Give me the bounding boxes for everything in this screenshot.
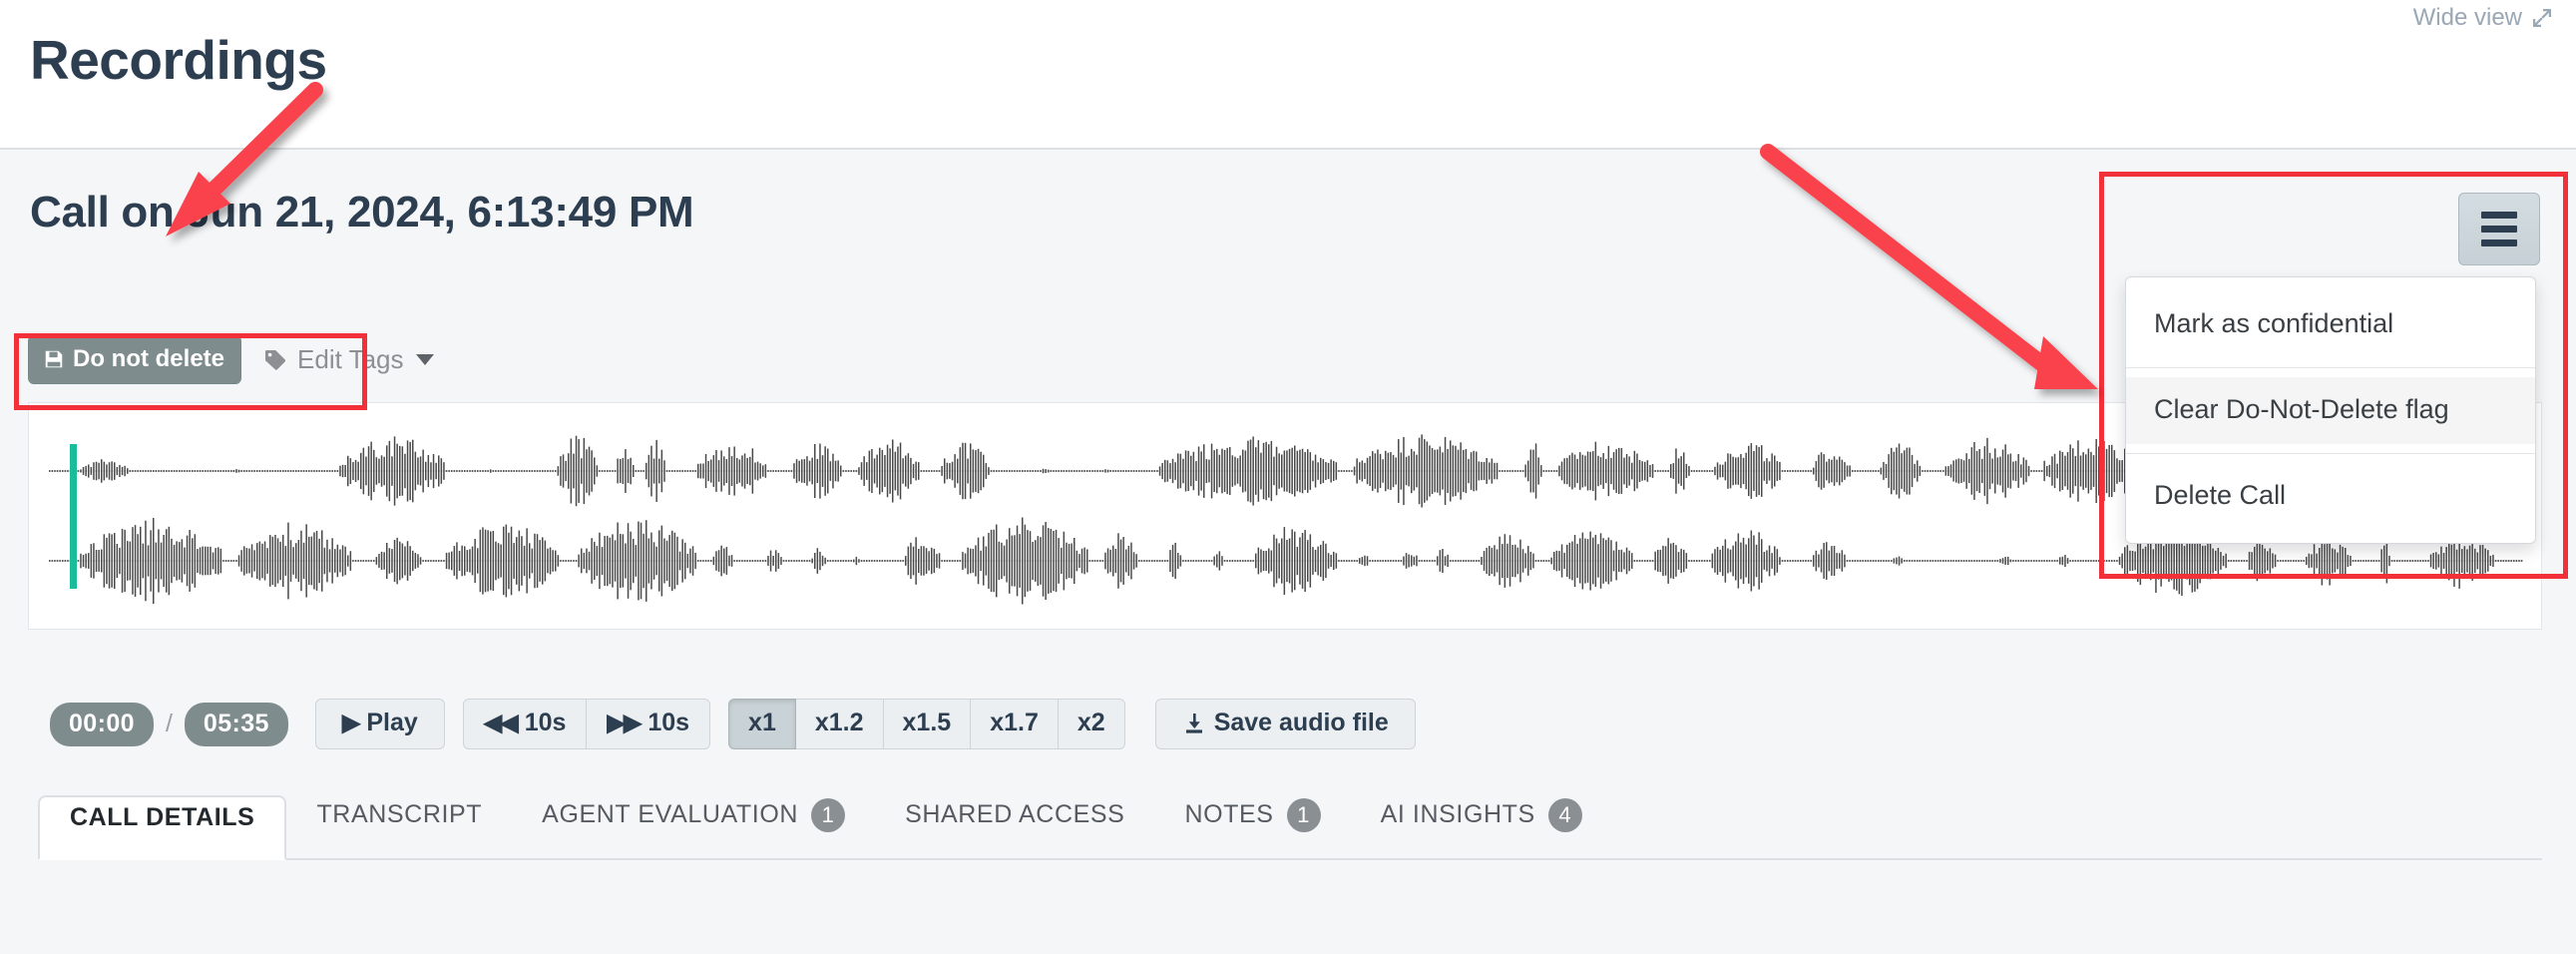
tab-transcript[interactable]: TRANSCRIPT: [286, 793, 512, 858]
action-row: Do not delete Edit Tags: [28, 335, 434, 384]
context-menu-dropdown: Mark as confidential Clear Do-Not-Delete …: [2125, 276, 2536, 544]
current-time: 00:00: [50, 702, 154, 746]
tab-agent-evaluation[interactable]: AGENT EVALUATION 1: [512, 793, 875, 858]
download-icon: [1182, 712, 1206, 735]
menu-item-delete-call[interactable]: Delete Call: [2126, 463, 2535, 530]
tab-label: CALL DETAILS: [70, 803, 255, 831]
rewind-10s-label: 10s: [524, 709, 567, 736]
transport-controls: 00:00 / 05:35 ▶ Play ◀◀ 10s ▶▶ 10s x1 x1…: [50, 699, 1416, 749]
call-title: Call on Jun 21, 2024, 6:13:49 PM: [30, 188, 694, 237]
speed-button-x1-5[interactable]: x1.5: [883, 699, 972, 749]
do-not-delete-button[interactable]: Do not delete: [28, 335, 242, 384]
menu-divider: [2126, 453, 2535, 454]
hamburger-menu-icon: [2481, 212, 2517, 246]
tab-badge: 4: [1547, 797, 1582, 832]
page-title: Recordings: [30, 29, 327, 91]
play-button[interactable]: ▶ Play: [314, 699, 445, 749]
menu-item-clear-do-not-delete-flag[interactable]: Clear Do-Not-Delete flag: [2126, 377, 2535, 444]
edit-tags-label: Edit Tags: [297, 344, 404, 374]
tab-shared-access[interactable]: SHARED ACCESS: [875, 793, 1154, 858]
tab-ai-insights[interactable]: AI INSIGHTS 4: [1351, 793, 1612, 858]
playhead-cursor[interactable]: [70, 444, 77, 589]
total-time: 05:35: [184, 702, 288, 746]
tag-icon: [263, 348, 287, 372]
playback-speed-group: x1 x1.2 x1.5 x1.7 x2: [728, 699, 1125, 749]
context-menu-button[interactable]: [2458, 193, 2540, 265]
speed-button-x1-2[interactable]: x1.2: [795, 699, 884, 749]
body-area: Call on Jun 21, 2024, 6:13:49 PM Do not …: [0, 150, 2576, 954]
speed-button-x1[interactable]: x1: [728, 699, 796, 749]
wide-view-toggle[interactable]: Wide view: [2413, 4, 2554, 32]
do-not-delete-label: Do not delete: [73, 345, 225, 372]
app-root: Recordings Wide view Call on Jun 21, 202…: [0, 0, 2576, 954]
forward-10s-label: 10s: [647, 709, 690, 736]
speed-button-x2[interactable]: x2: [1058, 699, 1125, 749]
expand-arrows-icon: [2530, 6, 2554, 30]
forward-10s-button[interactable]: ▶▶ 10s: [587, 699, 711, 749]
tab-bar: CALL DETAILS TRANSCRIPT AGENT EVALUATION 1 S…: [38, 793, 2542, 860]
forward-double-right-icon: ▶▶: [607, 709, 642, 736]
top-header: Recordings Wide view: [0, 0, 2576, 150]
play-triangle-icon: ▶: [341, 709, 361, 736]
tab-badge: 1: [811, 797, 846, 832]
rewind-10s-button[interactable]: ◀◀ 10s: [462, 699, 588, 749]
time-separator: /: [165, 710, 173, 737]
tab-call-details[interactable]: CALL DETAILS: [38, 795, 287, 860]
rewind-double-left-icon: ◀◀: [483, 709, 519, 736]
speed-button-x1-7[interactable]: x1.7: [971, 699, 1059, 749]
save-audio-group: Save audio file: [1154, 699, 1416, 749]
save-floppy-icon: [43, 348, 65, 370]
save-audio-file-label: Save audio file: [1213, 709, 1389, 736]
skip-group: ◀◀ 10s ▶▶ 10s: [462, 699, 711, 749]
tab-label: TRANSCRIPT: [316, 800, 483, 828]
tab-label: SHARED ACCESS: [905, 800, 1125, 828]
wide-view-label: Wide view: [2412, 4, 2522, 31]
caret-down-icon: [415, 354, 434, 365]
edit-tags-dropdown[interactable]: Edit Tags: [263, 344, 434, 375]
play-group: ▶ Play: [314, 699, 445, 749]
tab-badge: 1: [1286, 797, 1321, 832]
tab-notes[interactable]: NOTES 1: [1154, 793, 1350, 858]
tab-label: NOTES: [1184, 800, 1274, 828]
play-label: Play: [366, 709, 418, 736]
tab-label: AI INSIGHTS: [1380, 800, 1535, 828]
menu-divider: [2126, 367, 2535, 368]
menu-item-mark-as-confidential[interactable]: Mark as confidential: [2126, 291, 2535, 358]
save-audio-file-button[interactable]: Save audio file: [1154, 699, 1416, 749]
tab-label: AGENT EVALUATION: [542, 800, 799, 828]
